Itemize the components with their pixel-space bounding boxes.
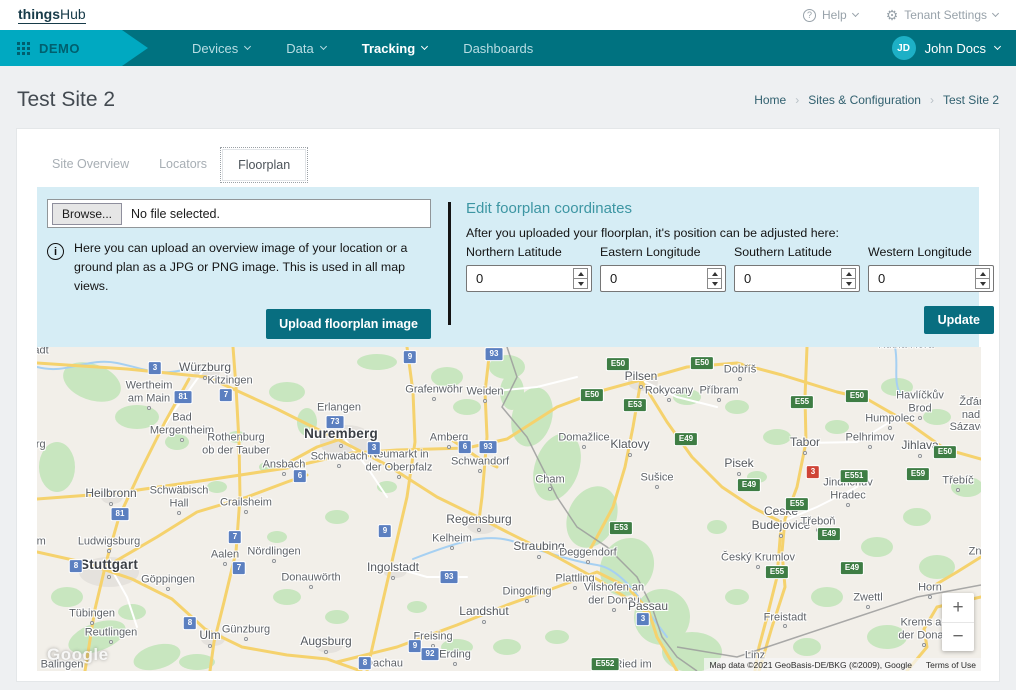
eastern-longitude-input[interactable]: [601, 271, 707, 286]
help-menu[interactable]: Help: [803, 8, 858, 22]
page-title: Test Site 2: [17, 88, 115, 112]
terms-of-use-link[interactable]: Terms of Use: [926, 660, 976, 670]
site-switcher-label: DEMO: [39, 41, 80, 56]
map-zoom-control: + −: [942, 593, 974, 651]
tab-site-overview[interactable]: Site Overview: [37, 149, 144, 181]
nav-item-tracking[interactable]: Tracking: [362, 41, 427, 56]
coordinates-helper-text: After you uploaded your floorplan, it's …: [466, 226, 994, 240]
chevron-down-icon: [244, 43, 251, 50]
tab-floorplan[interactable]: Floorplan: [222, 149, 306, 181]
grid-icon: [17, 42, 30, 55]
browse-button[interactable]: Browse...: [52, 203, 122, 225]
northern-latitude-field: Northern Latitude: [466, 245, 592, 292]
field-label: Western Longitude: [868, 245, 994, 259]
tab-locators[interactable]: Locators: [144, 149, 222, 181]
help-label: Help: [822, 8, 847, 22]
number-stepper[interactable]: [573, 268, 588, 289]
field-label: Southern Latitude: [734, 245, 860, 259]
tenant-settings-menu[interactable]: Tenant Settings: [886, 8, 998, 23]
southern-latitude-field: Southern Latitude: [734, 245, 860, 292]
map-zoom-in-button[interactable]: +: [942, 593, 974, 622]
breadcrumb-home[interactable]: Home: [754, 93, 786, 107]
upload-info-text: Here you can upload an overview image of…: [74, 239, 431, 297]
logo-rest: Hub: [60, 6, 86, 22]
map[interactable]: WürzburgKitzingenWertheim am MainKarlsta…: [37, 347, 981, 671]
stepper-up-icon[interactable]: [574, 269, 587, 278]
section-divider: [448, 202, 451, 325]
number-stepper[interactable]: [975, 268, 990, 289]
eastern-longitude-field: Eastern Longitude: [600, 245, 726, 292]
stepper-down-icon[interactable]: [708, 278, 721, 288]
gear-icon: [886, 8, 899, 23]
nav-item-dashboards[interactable]: Dashboards: [463, 41, 533, 56]
field-label: Eastern Longitude: [600, 245, 726, 259]
breadcrumb-current: Test Site 2: [943, 93, 999, 107]
nav-item-data[interactable]: Data: [286, 41, 325, 56]
avatar: JD: [892, 36, 916, 60]
stepper-up-icon[interactable]: [976, 269, 989, 278]
tab-bar: Site Overview Locators Floorplan: [37, 149, 979, 181]
breadcrumb-sites-configuration[interactable]: Sites & Configuration: [808, 93, 921, 107]
nav-item-devices[interactable]: Devices: [192, 41, 250, 56]
chevron-down-icon: [992, 10, 999, 17]
map-data-credit: Map data ©2021 GeoBasis-DE/BKG (©2009), …: [709, 660, 911, 670]
user-menu[interactable]: JD John Docs: [892, 36, 1000, 60]
stepper-down-icon[interactable]: [842, 278, 855, 288]
floorplan-file-input[interactable]: Browse... No file selected.: [47, 199, 431, 228]
file-status-text: No file selected.: [131, 207, 220, 221]
floorplan-panel: Browse... No file selected. Here you can…: [37, 187, 979, 347]
nav-label: Tracking: [362, 41, 415, 56]
chevron-down-icon: [421, 43, 428, 50]
main-nav: DEMO Devices Data Tracking Dashboards JD…: [0, 30, 1016, 66]
top-bar: thingsHub Help Tenant Settings: [0, 0, 1016, 30]
site-card: Site Overview Locators Floorplan Browse.…: [16, 128, 1000, 682]
stepper-down-icon[interactable]: [976, 278, 989, 288]
site-switcher[interactable]: DEMO: [0, 30, 122, 66]
upload-floorplan-button[interactable]: Upload floorplan image: [266, 309, 431, 339]
logo-bold: things: [18, 6, 60, 22]
stepper-up-icon[interactable]: [708, 269, 721, 278]
southern-latitude-input[interactable]: [735, 271, 841, 286]
nav-label: Devices: [192, 41, 238, 56]
map-attribution: Map data ©2021 GeoBasis-DE/BKG (©2009), …: [704, 658, 981, 671]
western-longitude-field: Western Longitude: [868, 245, 994, 292]
stepper-down-icon[interactable]: [574, 278, 587, 288]
stepper-up-icon[interactable]: [842, 269, 855, 278]
tenant-settings-label: Tenant Settings: [904, 8, 987, 22]
nav-label: Data: [286, 41, 313, 56]
user-name: John Docs: [925, 41, 986, 56]
coordinates-heading: Edit foorplan coordinates: [466, 200, 994, 217]
chevron-down-icon: [852, 10, 859, 17]
number-stepper[interactable]: [841, 268, 856, 289]
northern-latitude-input[interactable]: [467, 271, 573, 286]
breadcrumb-separator: ›: [930, 93, 934, 107]
nav-label: Dashboards: [463, 41, 533, 56]
app-logo[interactable]: thingsHub: [18, 6, 86, 24]
chevron-down-icon: [994, 43, 1001, 50]
western-longitude-input[interactable]: [869, 271, 975, 286]
field-label: Northern Latitude: [466, 245, 592, 259]
map-zoom-out-button[interactable]: −: [942, 622, 974, 651]
map-canvas: [37, 347, 981, 671]
google-watermark: Google: [47, 645, 109, 665]
help-icon: [803, 9, 816, 22]
breadcrumb-separator: ›: [795, 93, 799, 107]
number-stepper[interactable]: [707, 268, 722, 289]
update-button[interactable]: Update: [924, 306, 994, 334]
breadcrumb: Home › Sites & Configuration › Test Site…: [754, 93, 999, 107]
info-icon: [47, 243, 64, 260]
chevron-down-icon: [320, 43, 327, 50]
